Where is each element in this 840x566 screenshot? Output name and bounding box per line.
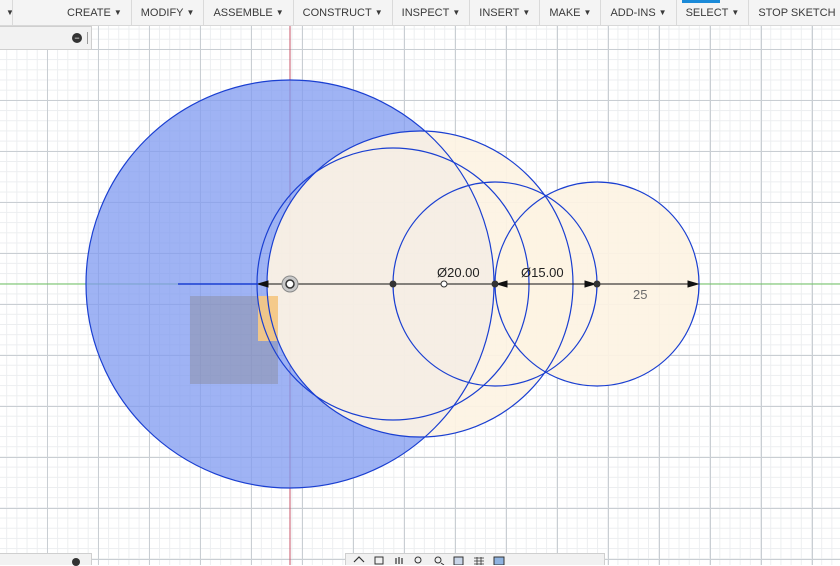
menu-insert[interactable]: INSERT ▼ <box>469 0 539 25</box>
menu-add-ins[interactable]: ADD-INS ▼ <box>600 0 675 25</box>
sketch-point-1[interactable] <box>389 280 397 288</box>
grid-settings-icon[interactable] <box>472 555 486 565</box>
menu-assemble[interactable]: ASSEMBLE ▼ <box>203 0 292 25</box>
display-settings-icon[interactable] <box>452 555 466 565</box>
dimension-diameter-small[interactable]: Ø15.00 <box>521 265 564 280</box>
dimension-linear[interactable]: 25 <box>633 287 647 302</box>
menu-inspect-label: INSPECT <box>401 6 450 19</box>
minus-circle-icon[interactable]: − <box>72 33 82 43</box>
caret-icon: ▼ <box>113 8 122 17</box>
menu-create[interactable]: CREATE ▼ <box>12 0 131 25</box>
caret-icon: ▼ <box>374 8 383 17</box>
look-at-icon[interactable] <box>372 555 386 565</box>
viewports-icon[interactable] <box>492 555 506 565</box>
sketch-geometry[interactable]: Ø20.00 Ø15.00 25 <box>0 0 840 565</box>
menu-inspect[interactable]: INSPECT ▼ <box>391 0 470 25</box>
panel-grip-handle[interactable] <box>87 32 88 44</box>
toolbar-menu-left-stub[interactable]: ▼ <box>0 0 14 25</box>
comments-panel <box>0 553 92 566</box>
menu-select[interactable]: SELECT ▼ <box>675 0 749 25</box>
menu-stop-sketch-label: STOP SKETCH <box>758 6 836 19</box>
caret-icon: ▼ <box>583 8 592 17</box>
menu-make-label: MAKE <box>549 6 581 19</box>
zoom-icon[interactable] <box>412 555 426 565</box>
dimension-diameter-large[interactable]: Ø20.00 <box>437 265 480 280</box>
menu-construct-label: CONSTRUCT <box>302 6 372 19</box>
menu-assemble-label: ASSEMBLE <box>213 6 273 19</box>
caret-icon: ▼ <box>186 8 195 17</box>
menu-construct[interactable]: CONSTRUCT ▼ <box>292 0 392 25</box>
menu-modify[interactable]: MODIFY ▼ <box>130 0 204 25</box>
sketch-point-3[interactable] <box>593 280 601 288</box>
menu-make[interactable]: MAKE ▼ <box>539 0 600 25</box>
caret-icon: ▼ <box>275 8 284 17</box>
browser-panel: − <box>0 26 92 50</box>
menu-select-label: SELECT <box>685 6 729 19</box>
sketch-point-2[interactable] <box>491 280 499 288</box>
sketch-point-center-mid[interactable] <box>440 280 448 288</box>
menu-stop-sketch[interactable]: STOP SKETCH▼ <box>748 0 840 25</box>
main-toolbar: ▼ CREATE ▼ MODIFY ▼ ASSEMBLE ▼ CONSTRUCT ▼ I… <box>0 0 840 26</box>
menu-create-label: CREATE <box>67 6 111 19</box>
sketch-point-origin[interactable] <box>285 279 295 289</box>
pan-icon[interactable] <box>392 555 406 565</box>
menu-modify-label: MODIFY <box>140 6 184 19</box>
orbit-icon[interactable] <box>352 555 366 565</box>
fit-icon[interactable] <box>432 555 446 565</box>
menu-insert-label: INSERT <box>479 6 520 19</box>
caret-icon: ▼ <box>731 8 740 17</box>
caret-icon: ▼ <box>522 8 531 17</box>
caret-icon: ▼ <box>658 8 667 17</box>
caret-icon: ▼ <box>452 8 461 17</box>
select-accent-bar <box>682 0 720 3</box>
menu-add-ins-label: ADD-INS <box>610 6 656 19</box>
navigation-bar <box>345 553 605 565</box>
